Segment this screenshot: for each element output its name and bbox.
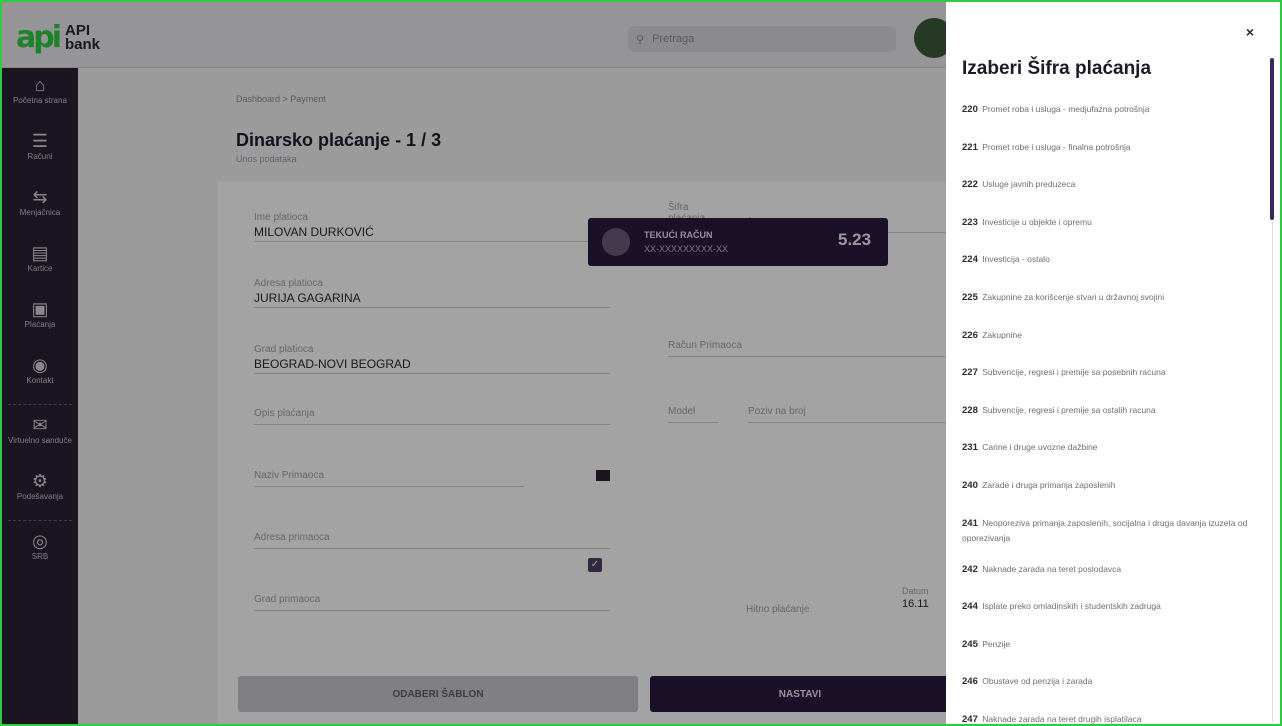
- app-window: api API bank ⚲ Pretraga ⌂ Početna strana…: [0, 0, 1282, 726]
- close-icon[interactable]: ×: [1246, 24, 1254, 40]
- scrollbar-thumb[interactable]: [1270, 58, 1274, 220]
- list-item[interactable]: 244 Isplate preko omladinskih i students…: [962, 595, 1262, 633]
- code: 223: [962, 216, 978, 228]
- list-item[interactable]: 227 Subvencije, regresi i premije sa pos…: [962, 361, 1262, 399]
- code: 241: [962, 517, 978, 529]
- list-item[interactable]: 223 Investicije u objekte i opremu: [962, 211, 1262, 249]
- list-item[interactable]: 228 Subvencije, regresi i premije sa ost…: [962, 399, 1262, 437]
- code: 245: [962, 638, 978, 650]
- list-item[interactable]: 240 Zarade i druga primanja zaposlenih: [962, 474, 1262, 512]
- description: Zakupnine za korišcenje stvari u državno…: [982, 291, 1165, 302]
- modal-backdrop[interactable]: [2, 2, 946, 724]
- code: 247: [962, 713, 978, 725]
- code: 240: [962, 479, 978, 491]
- scrollbar-track[interactable]: [1272, 222, 1273, 722]
- description: Subvencije, regresi i premije sa ostalih…: [982, 404, 1156, 415]
- description: Naknade zarada na teret poslodavca: [982, 563, 1122, 574]
- list-item[interactable]: 242 Naknade zarada na teret poslodavca: [962, 558, 1262, 596]
- code: 244: [962, 601, 978, 613]
- code: 231: [962, 442, 978, 454]
- description: Naknade zarada na teret drugih isplatila…: [982, 713, 1142, 724]
- list-item[interactable]: 246 Obustave od penzija i zarada: [962, 670, 1262, 708]
- code: 222: [962, 179, 978, 191]
- description: Penzije: [982, 638, 1011, 649]
- description: Investicije u objekte i opremu: [982, 216, 1092, 227]
- code: 225: [962, 291, 978, 303]
- description: Zakupnine: [982, 329, 1022, 340]
- description: Obustave od penzija i zarada: [982, 676, 1093, 687]
- list-item[interactable]: 231 Carine i druge uvozne dažbine: [962, 436, 1262, 474]
- description: Investicija - ostalo: [982, 254, 1050, 265]
- code: 242: [962, 563, 978, 575]
- list-item[interactable]: 220 Promet roba i usluga - medjufazna po…: [962, 98, 1262, 136]
- list-item[interactable]: 247 Naknade zarada na teret drugih ispla…: [962, 708, 1262, 725]
- code: 228: [962, 404, 978, 416]
- list-item[interactable]: 245 Penzije: [962, 633, 1262, 671]
- description: Promet robe i usluga - finalna potrošnja: [982, 141, 1131, 152]
- description: Promet roba i usluga - medjufazna potroš…: [982, 104, 1150, 114]
- description: Usluge javnih preduzeca: [982, 179, 1076, 190]
- list-item[interactable]: 221 Promet robe i usluga - finalna potro…: [962, 136, 1262, 174]
- list-item[interactable]: 222 Usluge javnih preduzeca: [962, 173, 1262, 211]
- list-item[interactable]: 241 Neoporeziva primanja zaposlenih, soc…: [962, 512, 1262, 558]
- payment-code-panel: × Izaberi Šifra plaćanja 220 Promet roba…: [946, 2, 1280, 725]
- payment-code-list: 220 Promet roba i usluga - medjufazna po…: [962, 98, 1262, 725]
- description: Carine i druge uvozne dažbine: [982, 442, 1098, 453]
- description: Zarade i druga primanja zaposlenih: [982, 479, 1116, 490]
- list-item[interactable]: 225 Zakupnine za korišcenje stvari u drž…: [962, 286, 1262, 324]
- code: 224: [962, 254, 978, 266]
- code: 220: [962, 104, 978, 115]
- code: 246: [962, 676, 978, 688]
- code: 227: [962, 367, 978, 379]
- list-item[interactable]: 224 Investicija - ostalo: [962, 248, 1262, 286]
- description: Neoporeziva primanja zaposlenih, socijal…: [962, 517, 1248, 543]
- code: 226: [962, 329, 978, 341]
- list-item[interactable]: 226 Zakupnine: [962, 324, 1262, 362]
- description: Subvencije, regresi i premije sa posebni…: [982, 367, 1166, 378]
- code: 221: [962, 141, 978, 153]
- description: Isplate preko omladinskih i studentskih …: [982, 601, 1161, 612]
- panel-title: Izaberi Šifra plaćanja: [962, 58, 1152, 79]
